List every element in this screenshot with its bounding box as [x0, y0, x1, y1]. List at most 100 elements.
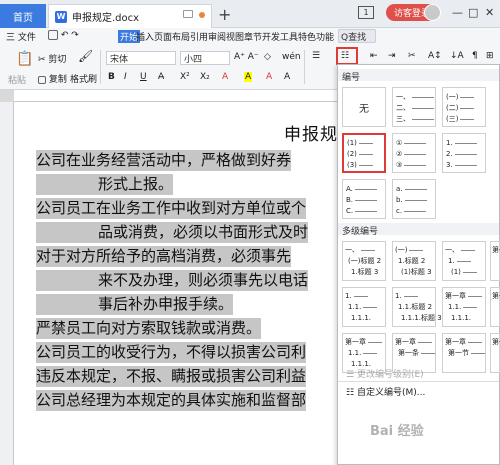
- doc-line: 来不及办理，则必须事先以电话: [36, 270, 309, 291]
- font-name-select[interactable]: 宋体: [106, 51, 176, 65]
- window-count-badge[interactable]: 1: [358, 6, 374, 19]
- multilevel-option[interactable]: (一) 1.标题 2 (1)标题 3: [392, 241, 436, 281]
- show-marks-icon[interactable]: ¶: [472, 51, 478, 61]
- numbering-option[interactable]: ① ② ③: [392, 133, 436, 173]
- font-color-button[interactable]: A: [222, 72, 228, 82]
- multilevel-option[interactable]: 一、 1. (1): [442, 241, 486, 281]
- numbering-option[interactable]: 1. 2. 3.: [442, 133, 486, 173]
- document-title: 申报规: [284, 125, 338, 145]
- doc-line: 对于对方所给予的高档消费，必须事先: [36, 246, 292, 267]
- font-size-select[interactable]: 小四: [180, 51, 230, 65]
- multilevel-section-label: 多级编号: [342, 227, 379, 237]
- format-painter-icon[interactable]: 🖌: [78, 49, 93, 63]
- avatar[interactable]: [424, 4, 441, 21]
- multilevel-option[interactable]: 1. 1.1.标题 2 1.1.1.标题 3: [392, 287, 442, 327]
- document-tab[interactable]: W 申报规定.docx: [48, 4, 212, 28]
- grow-font-icon[interactable]: A⁺ A⁻: [234, 52, 259, 62]
- numbering-section-header: [338, 69, 499, 81]
- multilevel-option[interactable]: 第一章 第一节: [442, 333, 486, 373]
- text-color-icon[interactable]: A: [266, 72, 272, 82]
- bullets-icon[interactable]: ☰: [312, 51, 320, 61]
- tab-features[interactable]: 特色功能: [298, 30, 334, 43]
- none-label: 无: [359, 103, 369, 115]
- text-direction-icon[interactable]: A↕: [428, 51, 442, 61]
- vertical-ruler[interactable]: [0, 102, 14, 465]
- multilevel-option[interactable]: 第一章: [490, 287, 500, 327]
- doc-line: 公司员工的收受行为，不得以损害公司利: [36, 342, 307, 363]
- multilevel-option[interactable]: 第一章 1.1. 1.1.1.: [442, 287, 486, 327]
- multilevel-option[interactable]: 第一章: [490, 333, 500, 373]
- doc-line: 公司在业务经营活动中，严格做到好券: [36, 150, 292, 171]
- change-level-label: 更改编号级别(E): [356, 370, 424, 380]
- copy-label: 复制: [48, 75, 67, 85]
- multilevel-option[interactable]: 一、 (一)标题 2 1.标题 3: [342, 241, 386, 281]
- underline-button[interactable]: U: [140, 72, 147, 82]
- cut-button[interactable]: ✂ 剪切: [38, 52, 66, 65]
- custom-numbering-menu-item[interactable]: ☷ 自定义编号(M)...: [346, 385, 425, 398]
- italic-button[interactable]: I: [124, 72, 127, 82]
- copy-button[interactable]: 复制: [38, 72, 67, 85]
- change-level-menu-item[interactable]: ☰ 更改编号级别(E): [346, 367, 424, 380]
- superscript-icon[interactable]: X²: [180, 72, 190, 82]
- subscript-icon[interactable]: X₂: [200, 72, 210, 82]
- numbering-option-none[interactable]: 无: [342, 87, 386, 127]
- doc-line: 违反本规定，不报、瞒报或损害公司利益: [36, 366, 307, 387]
- doc-line: 事后补办申报手续。: [36, 294, 234, 315]
- clear-format-icon[interactable]: ◇: [264, 52, 271, 62]
- numbering-button-highlight[interactable]: [336, 47, 358, 65]
- tab-chapter[interactable]: 章节: [244, 30, 262, 43]
- doc-line: 品或消费，必须以书面形式及时: [36, 222, 309, 243]
- paste-button[interactable]: 粘贴: [8, 73, 26, 86]
- bold-button[interactable]: B: [108, 72, 115, 82]
- numbering-option-selected[interactable]: (1) (2) (3): [342, 133, 386, 173]
- indent-decrease-icon[interactable]: ⇤: [370, 51, 378, 61]
- strikethrough-icon[interactable]: A̶: [158, 72, 164, 82]
- scissors-icon: ✂: [38, 55, 46, 65]
- numbering-section-label: 编号: [342, 73, 361, 83]
- tab-developer[interactable]: 开发工具: [262, 30, 298, 43]
- highlight-icon[interactable]: A: [244, 72, 253, 82]
- tab-page-layout[interactable]: 页面布局: [154, 30, 190, 43]
- more-tools-icon[interactable]: ⊞: [486, 51, 494, 61]
- tab-view[interactable]: 视图: [226, 30, 244, 43]
- document-tab-label: 申报规定.docx: [72, 13, 140, 24]
- home-tab[interactable]: 首页: [0, 4, 46, 28]
- cut-label: 剪切: [48, 55, 67, 65]
- paste-icon[interactable]: 📋: [16, 51, 33, 67]
- numbering-option[interactable]: a. b. c.: [392, 179, 436, 219]
- search-button[interactable]: Q查找: [338, 29, 376, 43]
- multilevel-option[interactable]: 1. 1.1. 1.1.1.: [342, 287, 386, 327]
- custom-numbering-label: 自定义编号(M)...: [356, 388, 426, 398]
- sort-icon[interactable]: ↓A: [450, 51, 464, 61]
- toolbar-divider: [100, 50, 101, 84]
- undo-icon[interactable]: ↶: [61, 31, 69, 41]
- level-icon: ☰: [346, 370, 355, 380]
- numbering-option[interactable]: 一、 二、 三、: [392, 87, 436, 127]
- file-menu[interactable]: 三 文件: [6, 30, 36, 43]
- format-painter-button[interactable]: 格式刷: [70, 72, 97, 85]
- chinese-layout-icon[interactable]: ✂: [408, 51, 416, 61]
- writer-doc-icon: W: [55, 10, 67, 23]
- new-tab-button[interactable]: +: [218, 5, 231, 24]
- multilevel-option[interactable]: 第一章: [490, 241, 500, 281]
- phonetic-icon[interactable]: wén: [282, 52, 301, 62]
- toolbar-divider-2: [304, 50, 305, 84]
- monitor-icon[interactable]: [183, 10, 193, 18]
- doc-line: 严禁员工向对方索取钱款或消费。: [36, 318, 262, 339]
- menu-undo-redo-icons[interactable]: ↶ ↷: [48, 30, 79, 41]
- tab-references[interactable]: 引用: [190, 30, 208, 43]
- tab-review[interactable]: 审阅: [208, 30, 226, 43]
- doc-line: 公司总经理为本规定的具体实施和监督部: [36, 390, 307, 411]
- char-border-icon[interactable]: A: [284, 72, 290, 82]
- save-icon[interactable]: [48, 30, 58, 40]
- doc-line: 公司员工在业务工作中收到对方单位或个: [36, 198, 307, 219]
- numbering-option[interactable]: A. B. C.: [342, 179, 386, 219]
- indent-increase-icon[interactable]: ⇥: [388, 51, 396, 61]
- minimize-button[interactable]: —: [452, 6, 463, 19]
- numbering-option[interactable]: (一) (二) (三): [442, 87, 486, 127]
- unsaved-dot-icon: [199, 12, 205, 18]
- maximize-button[interactable]: □: [468, 6, 478, 19]
- close-button[interactable]: ✕: [485, 6, 494, 19]
- redo-icon[interactable]: ↷: [71, 31, 79, 41]
- tab-insert[interactable]: 插入: [136, 30, 154, 43]
